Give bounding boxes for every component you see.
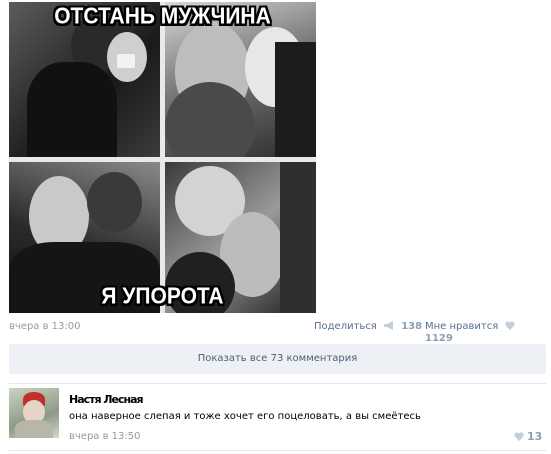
- post-meta-bar: вчера в 13:00 Поделиться 138 Мне нравитс…: [9, 319, 542, 344]
- megaphone-icon: [384, 321, 395, 333]
- meme-caption-top: ОТСТАНЬ МУЖЧИНА: [54, 3, 271, 30]
- divider: [9, 383, 546, 384]
- show-all-comments-button[interactable]: Показать все 73 комментария: [9, 344, 546, 374]
- meme-caption-bottom: Я УПОРОТА: [101, 283, 224, 310]
- comment-text: она наверное слепая и тоже хочет его поц…: [69, 411, 421, 422]
- comment-like-button[interactable]: 13: [514, 430, 542, 444]
- heart-icon: [505, 321, 516, 333]
- divider: [9, 450, 546, 451]
- heart-icon: [514, 431, 524, 444]
- share-label: Поделиться: [314, 321, 377, 332]
- comment-date-link[interactable]: вчера в 13:50: [69, 431, 141, 442]
- avatar[interactable]: [9, 388, 59, 438]
- comment-author-link[interactable]: Настя Лесная: [69, 393, 144, 406]
- like-count: 1129: [425, 333, 453, 344]
- post-date-link[interactable]: вчера в 13:00: [9, 321, 81, 332]
- post-image-collage[interactable]: ОТСТАНЬ МУЖЧИНА Я УПОРОТА: [9, 2, 316, 313]
- share-count: 138: [401, 321, 423, 332]
- share-button[interactable]: Поделиться 138: [314, 321, 422, 333]
- like-button[interactable]: Мне нравится 1129: [425, 321, 542, 344]
- comment-like-count: 13: [527, 430, 543, 443]
- like-label: Мне нравится: [425, 321, 499, 332]
